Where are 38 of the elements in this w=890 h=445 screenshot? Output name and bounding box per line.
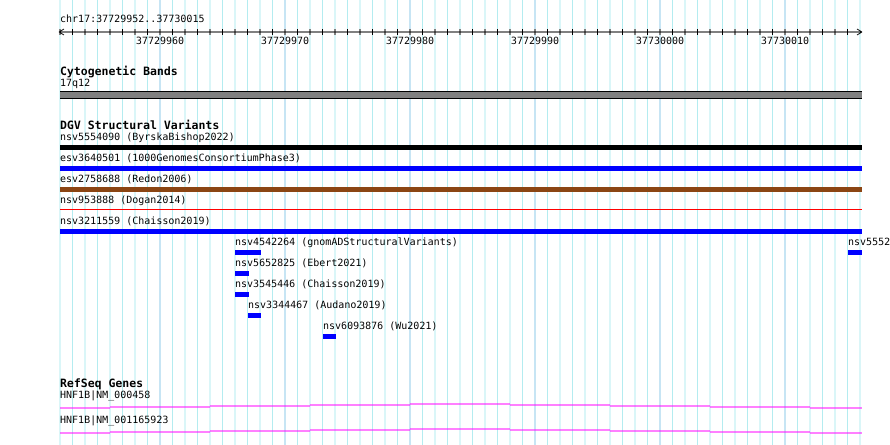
- band-bar[interactable]: [60, 91, 862, 99]
- variant-label: nsv5554090 (ByrskaBishop2022): [60, 132, 235, 144]
- position-label: 37730010: [760, 36, 810, 48]
- variant-bar[interactable]: [235, 250, 261, 255]
- track-title: DGV Structural Variants: [60, 118, 220, 132]
- variant-label: esv2758688 (Redon2006): [60, 174, 192, 186]
- variant-line[interactable]: [60, 209, 862, 210]
- variant-label: nsv4542264 (gnomADStructuralVariants): [235, 237, 458, 249]
- location-label: chr17:37729952..37730015: [60, 14, 206, 26]
- variant-label: esv3640501 (1000GenomesConsortiumPhase3): [60, 153, 301, 165]
- variant-bar[interactable]: [60, 145, 862, 150]
- variant-bar[interactable]: [60, 229, 862, 234]
- variant-bar[interactable]: [235, 271, 249, 276]
- position-label: 37730000: [636, 36, 684, 48]
- position-label: 37729980: [386, 36, 434, 48]
- position-label: 37729990: [510, 36, 560, 48]
- variant-bar[interactable]: [60, 166, 862, 171]
- position-label: 37729970: [260, 36, 310, 48]
- band-label: 17q12: [60, 78, 92, 90]
- variant-label: nsv3344467 (Audano2019): [248, 300, 386, 312]
- variant-bar[interactable]: [235, 292, 249, 297]
- variant-bar[interactable]: [848, 250, 862, 255]
- variant-label: nsv953888 (Dogan2014): [60, 195, 186, 207]
- variant-bar[interactable]: [323, 334, 336, 339]
- position-label: 37729960: [136, 36, 184, 48]
- transcript-line[interactable]: [60, 404, 862, 408]
- transcript-line[interactable]: [60, 428, 862, 434]
- variant-label: nsv6093876 (Wu2021): [323, 321, 438, 333]
- track-title: Cytogenetic Bands: [60, 64, 179, 78]
- variant-label: nsv5652825 (Ebert2021): [235, 258, 368, 270]
- variant-label: nsv5552: [848, 237, 890, 249]
- variant-label: nsv3545446 (Chaisson2019): [235, 279, 386, 291]
- gene-label: HNF1B|NM_001165923: [60, 415, 170, 427]
- variant-bar[interactable]: [248, 313, 261, 318]
- track-title: RefSeq Genes: [60, 376, 144, 390]
- variant-bar[interactable]: [60, 187, 862, 192]
- variant-label: nsv3211559 (Chaisson2019): [60, 216, 211, 228]
- gene-label: HNF1B|NM_000458: [60, 390, 152, 402]
